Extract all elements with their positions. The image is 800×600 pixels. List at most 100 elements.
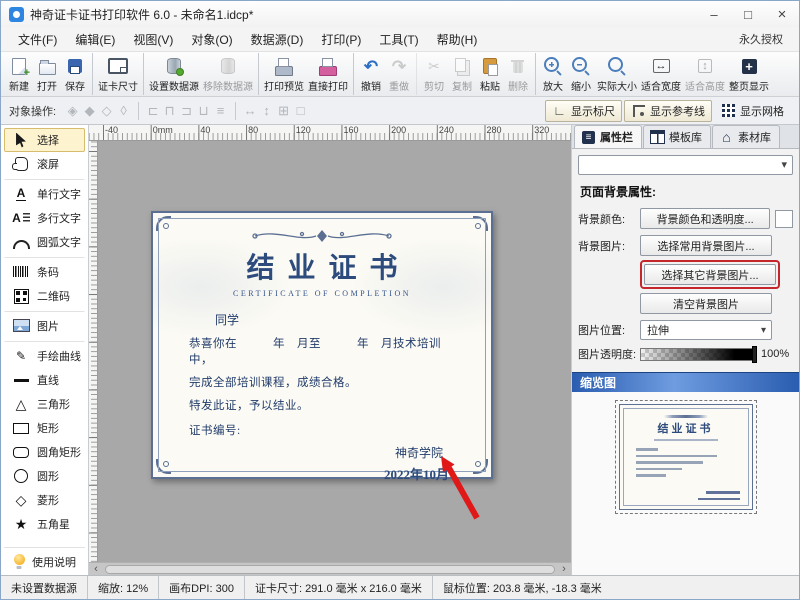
scrollbar-thumb[interactable] [105, 565, 555, 574]
menu-item[interactable]: 工具(T) [370, 29, 427, 50]
image-position-select[interactable]: 拉伸 [640, 320, 772, 340]
view-toggle-button[interactable]: 显示参考线 [624, 100, 712, 122]
tool-item[interactable]: 圆形 [4, 464, 85, 488]
same-width-icon[interactable]: ↔ [235, 102, 258, 120]
toolbar-button[interactable]: 缩小 [567, 53, 595, 95]
bg-color-label: 背景颜色: [578, 211, 640, 227]
toolbar-button[interactable]: 粘贴 [476, 53, 504, 95]
bring-to-front-icon[interactable]: ◈ [64, 102, 81, 120]
panel-tab[interactable]: 属性栏 [574, 125, 642, 148]
horizontal-scrollbar[interactable] [89, 562, 571, 575]
toolbar-button[interactable]: 放大 [535, 53, 567, 95]
panel-tab-label: 素材库 [738, 129, 771, 145]
toolbar-button[interactable]: 适合高度 [683, 53, 727, 95]
toolbar-button[interactable]: 实际大小 [595, 53, 639, 95]
toolbar-button[interactable]: 移除数据源 [201, 53, 255, 95]
send-backward-icon[interactable]: ◊ [115, 102, 132, 120]
help-button[interactable]: 使用说明 [4, 547, 85, 575]
copy-icon [450, 56, 474, 77]
select-common-bg-button[interactable]: 选择常用背景图片... [640, 235, 772, 256]
tool-item[interactable]: 图片 [4, 311, 85, 338]
style-combobox[interactable] [578, 155, 793, 175]
tool-item[interactable]: 多行文字 [4, 206, 85, 230]
align-right-icon[interactable]: ⊐ [178, 102, 195, 120]
toolbar-button[interactable]: 适合宽度 [639, 53, 683, 95]
menu-item[interactable]: 文件(F) [9, 29, 66, 50]
panel-tab[interactable]: 素材库 [712, 125, 780, 148]
tool-item[interactable]: 五角星 [4, 512, 85, 536]
menu-item[interactable]: 视图(V) [124, 29, 182, 50]
toolbar-button[interactable]: 重做 [385, 53, 413, 95]
opacity-slider[interactable] [640, 348, 756, 361]
clear-bg-button[interactable]: 清空背景图片 [640, 293, 772, 314]
tool-label: 选择 [37, 132, 59, 148]
toolbar-button[interactable]: 新建 [5, 53, 33, 95]
toolbar-button[interactable]: 设置数据源 [143, 53, 201, 95]
toolbar-button[interactable]: 证卡尺寸 [92, 53, 140, 95]
same-height-icon[interactable]: ↕ [258, 102, 275, 120]
minimize-button[interactable] [697, 1, 731, 27]
circle-icon [11, 468, 31, 484]
thumbnail-preview[interactable]: 结业证书 [619, 404, 753, 510]
bring-forward-icon[interactable]: ◇ [98, 102, 115, 120]
view-toggle-label: 显示参考线 [650, 103, 705, 119]
tool-item[interactable]: 菱形 [4, 488, 85, 512]
toolbar-button[interactable]: 复制 [448, 53, 476, 95]
cursor-icon [11, 132, 31, 148]
canvas-wrap: -400mm4080120160200240280320 [89, 125, 571, 575]
tool-item[interactable]: 滚屏 [4, 152, 85, 176]
align-bottom-icon[interactable]: ⊔ [195, 102, 212, 120]
view-toggle-button[interactable]: 显示网格 [714, 100, 791, 122]
help-label: 使用说明 [32, 554, 76, 570]
view-toggle-button[interactable]: 显示标尺 [545, 100, 622, 122]
image-position-label: 图片位置: [578, 322, 640, 338]
menu-item[interactable]: 编辑(E) [66, 29, 124, 50]
tool-item[interactable]: 二维码 [4, 284, 85, 308]
toolbar-button[interactable]: 撤销 [353, 53, 385, 95]
same-size-icon[interactable]: ⊞ [275, 102, 292, 120]
tool-item[interactable]: 圆弧文字 [4, 230, 85, 254]
toolbar-button[interactable]: 整页显示 [727, 53, 771, 95]
tool-item[interactable]: 三角形 [4, 392, 85, 416]
align-middle-icon[interactable]: ≡ [212, 102, 229, 120]
select-other-bg-button[interactable]: 选择其它背景图片... [644, 264, 776, 285]
menu-item[interactable]: 打印(P) [312, 29, 370, 50]
scroll-left-icon[interactable] [89, 563, 103, 576]
menu-item[interactable]: 帮助(H) [428, 29, 487, 50]
toolbar-button[interactable]: 直接打印 [306, 53, 350, 95]
tool-item[interactable]: 圆角矩形 [4, 440, 85, 464]
bg-color-button[interactable]: 背景颜色和透明度... [640, 208, 770, 229]
bg-color-swatch[interactable] [775, 210, 793, 228]
panel-tab[interactable]: 模板库 [643, 125, 711, 148]
send-to-back-icon[interactable]: ◆ [81, 102, 98, 120]
tool-item[interactable]: 矩形 [4, 416, 85, 440]
tool-label: 单行文字 [37, 186, 81, 202]
certificate-page[interactable]: 结业证书 CERTIFICATE OF COMPLETION 同学 恭喜你在 年… [151, 211, 493, 479]
tool-item[interactable]: 直线 [4, 368, 85, 392]
opacity-slider-handle[interactable] [752, 346, 757, 363]
close-button[interactable] [765, 1, 799, 27]
toolbar-button[interactable]: 打开 [33, 53, 61, 95]
tool-item[interactable]: 条码 [4, 257, 85, 284]
tool-item[interactable]: 单行文字 [4, 179, 85, 206]
tool-item[interactable]: 选择 [4, 128, 85, 152]
equal-spacing-icon[interactable]: □ [292, 102, 309, 120]
align-left-icon[interactable]: ⊏ [138, 102, 161, 120]
align-center-icon[interactable]: ⊓ [161, 102, 178, 120]
design-canvas[interactable]: 结业证书 CERTIFICATE OF COMPLETION 同学 恭喜你在 年… [89, 141, 571, 575]
toolbar-button-label: 整页显示 [729, 78, 769, 93]
menu-item[interactable]: 对象(O) [182, 29, 241, 50]
toolbar-button[interactable]: 保存 [61, 53, 89, 95]
menu-item[interactable]: 数据源(D) [242, 29, 313, 50]
scroll-right-icon[interactable] [557, 563, 571, 576]
window-title: 神奇证卡证书打印软件 6.0 - 未命名1.idcp* [30, 6, 697, 23]
tool-item[interactable]: 手绘曲线 [4, 341, 85, 368]
arc-text-icon [11, 234, 31, 250]
toolbar-button[interactable]: 剪切 [416, 53, 448, 95]
bg-image-label: 背景图片: [578, 238, 640, 254]
toolbar-button-label: 剪切 [424, 78, 444, 93]
toolbar-button[interactable]: 打印预览 [258, 53, 306, 95]
maximize-button[interactable] [731, 1, 765, 27]
db-icon [162, 56, 186, 77]
toolbar-button[interactable]: 删除 [504, 53, 532, 95]
